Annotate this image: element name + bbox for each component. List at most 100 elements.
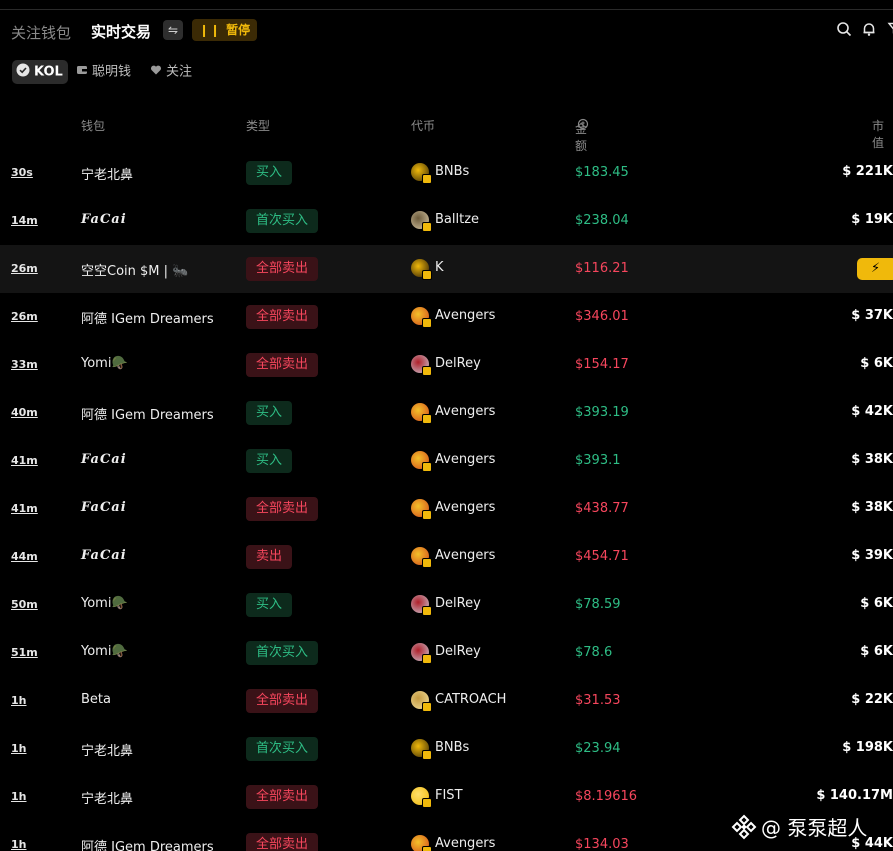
table-row[interactable]: 1h Beta 全部卖出 CATROACH $31.53 $ 22K (0, 677, 893, 725)
table-row[interactable]: 30s 宁老北鼻 买入 BNBs $183.45 $ 221K (0, 149, 893, 197)
trade-time[interactable]: 1h (11, 742, 27, 755)
table-row[interactable]: 26m 阿德 IGem Dreamers 全部卖出 Avengers $346.01 $ … (0, 293, 893, 341)
market-cap: $ 6K (860, 644, 893, 659)
token-name: DelRey (435, 356, 481, 371)
trade-type-badge: 全部卖出 (246, 833, 319, 851)
wallet-name[interactable]: FaCai (81, 452, 127, 467)
market-cap: $ 39K (851, 548, 893, 563)
column-token: 代币 (411, 119, 436, 133)
table-row[interactable]: 50m Yomi🪖 买入 DelRey $78.59 $ 6K (0, 581, 893, 629)
trade-amount: $23.94 (575, 741, 621, 756)
bnb-chain-badge-icon (422, 558, 432, 568)
trade-amount: $116.21 (575, 261, 629, 276)
swap-icon[interactable]: ⇋ (163, 20, 183, 40)
wallet-name[interactable]: Yomi🪖 (81, 356, 128, 371)
trade-type-badge: 买入 (246, 161, 293, 185)
wallet-icon (76, 60, 88, 84)
trade-amount: $346.01 (575, 309, 629, 324)
trade-time[interactable]: 41m (11, 502, 38, 515)
bnb-chain-badge-icon (422, 174, 432, 184)
trade-time[interactable]: 40m (11, 406, 38, 419)
table-row[interactable]: 41m FaCai 买入 Avengers $393.1 $ 38K (0, 437, 893, 485)
token-name: BNBs (435, 164, 470, 179)
trade-amount: $134.03 (575, 837, 629, 851)
quick-buy-lightning-icon[interactable]: ⚡ (857, 258, 893, 280)
tab-watched-wallets[interactable]: 关注钱包 (11, 22, 71, 43)
trade-time[interactable]: 33m (11, 358, 38, 371)
filter-smart-money-label: 聪明钱 (92, 64, 132, 80)
trade-time[interactable]: 1h (11, 694, 27, 707)
pause-label: 暂停 (226, 23, 251, 37)
wallet-name[interactable]: Yomi🪖 (81, 644, 128, 659)
bnb-chain-badge-icon (422, 270, 432, 280)
token-name: DelRey (435, 596, 481, 611)
column-headers: 钱包 类型 代币 金额 市值 (0, 114, 893, 153)
trade-amount: $454.71 (575, 549, 629, 564)
trade-amount: $183.45 (575, 165, 629, 180)
wallet-name[interactable]: Yomi🪖 (81, 596, 128, 611)
trade-time[interactable]: 41m (11, 454, 38, 467)
wallet-name[interactable]: 阿德 IGem Dreamers (81, 404, 214, 423)
trade-type-badge: 首次买入 (246, 641, 319, 665)
filter-kol[interactable]: KOL (12, 60, 68, 84)
market-cap: $ 19K (851, 212, 893, 227)
table-row[interactable]: 44m FaCai 卖出 Avengers $454.71 $ 39K (0, 533, 893, 581)
filter-follow[interactable]: 关注 (150, 60, 192, 84)
trade-time[interactable]: 26m (11, 310, 38, 323)
column-mcap: 市值 (872, 119, 885, 150)
bnb-chain-badge-icon (422, 606, 432, 616)
wallet-name[interactable]: FaCai (81, 500, 127, 515)
pause-button[interactable]: ❙❙ 暂停 (192, 19, 258, 41)
table-row[interactable]: 26m 空空Coin $M | 🐜 全部卖出 K $116.21 ⚡ (0, 245, 893, 293)
wallet-name[interactable]: Beta (81, 692, 111, 707)
wallet-name[interactable]: 空空Coin $M | 🐜 (81, 260, 188, 279)
trade-type-badge: 首次买入 (246, 737, 319, 761)
filter-icon[interactable] (887, 21, 893, 39)
wallet-name[interactable]: 宁老北鼻 (81, 740, 133, 759)
market-cap: $ 6K (860, 356, 893, 371)
trade-time[interactable]: 44m (11, 550, 38, 563)
trade-time[interactable]: 1h (11, 838, 27, 851)
trade-time[interactable]: 30s (11, 166, 33, 179)
bnb-chain-badge-icon (422, 462, 432, 472)
trade-amount: $8.19616 (575, 789, 638, 804)
trade-amount: $154.17 (575, 357, 629, 372)
table-row[interactable]: 33m Yomi🪖 全部卖出 DelRey $154.17 $ 6K (0, 341, 893, 389)
bnb-chain-badge-icon (422, 750, 432, 760)
table-row[interactable]: 1h 宁老北鼻 首次买入 BNBs $23.94 $ 198K (0, 725, 893, 773)
trade-time[interactable]: 1h (11, 790, 27, 803)
bnb-chain-badge-icon (422, 654, 432, 664)
token-name: Avengers (435, 452, 496, 467)
tab-live-trades[interactable]: 实时交易 (91, 21, 151, 42)
wallet-name[interactable]: FaCai (81, 212, 127, 227)
bnb-chain-badge-icon (422, 222, 432, 232)
trade-type-badge: 全部卖出 (246, 353, 319, 377)
wallet-name[interactable]: 阿德 IGem Dreamers (81, 308, 214, 327)
trade-time[interactable]: 51m (11, 646, 38, 659)
trade-time[interactable]: 14m (11, 214, 38, 227)
wallet-name[interactable]: 宁老北鼻 (81, 788, 133, 807)
filter-follow-label: 关注 (166, 64, 193, 80)
market-cap: $ 221K (842, 164, 893, 179)
wallet-name[interactable]: FaCai (81, 548, 127, 563)
column-amount[interactable]: 金额 (575, 117, 589, 153)
table-row[interactable]: 40m 阿德 IGem Dreamers 买入 Avengers $393.19 $ 42… (0, 389, 893, 437)
market-cap: $ 22K (851, 692, 893, 707)
trade-time[interactable]: 26m (11, 262, 38, 275)
bnb-chain-badge-icon (422, 846, 432, 851)
bell-icon[interactable] (861, 21, 879, 39)
filter-smart-money[interactable]: 聪明钱 (76, 60, 131, 84)
search-icon[interactable] (836, 21, 854, 39)
table-row[interactable]: 41m FaCai 全部卖出 Avengers $438.77 $ 38K (0, 485, 893, 533)
wallet-name[interactable]: 阿德 IGem Dreamers (81, 836, 214, 851)
market-cap: $ 38K (851, 452, 893, 467)
token-name: DelRey (435, 644, 481, 659)
column-type: 类型 (246, 119, 271, 133)
trade-time[interactable]: 50m (11, 598, 38, 611)
filter-kol-label: KOL (34, 64, 63, 80)
table-row[interactable]: 51m Yomi🪖 首次买入 DelRey $78.6 $ 6K (0, 629, 893, 677)
header: 关注钱包 实时交易 ⇋ ❙❙ 暂停 (0, 18, 893, 46)
market-cap: $ 37K (851, 308, 893, 323)
wallet-name[interactable]: 宁老北鼻 (81, 164, 133, 183)
table-row[interactable]: 14m FaCai 首次买入 Balltze $238.04 $ 19K (0, 197, 893, 245)
